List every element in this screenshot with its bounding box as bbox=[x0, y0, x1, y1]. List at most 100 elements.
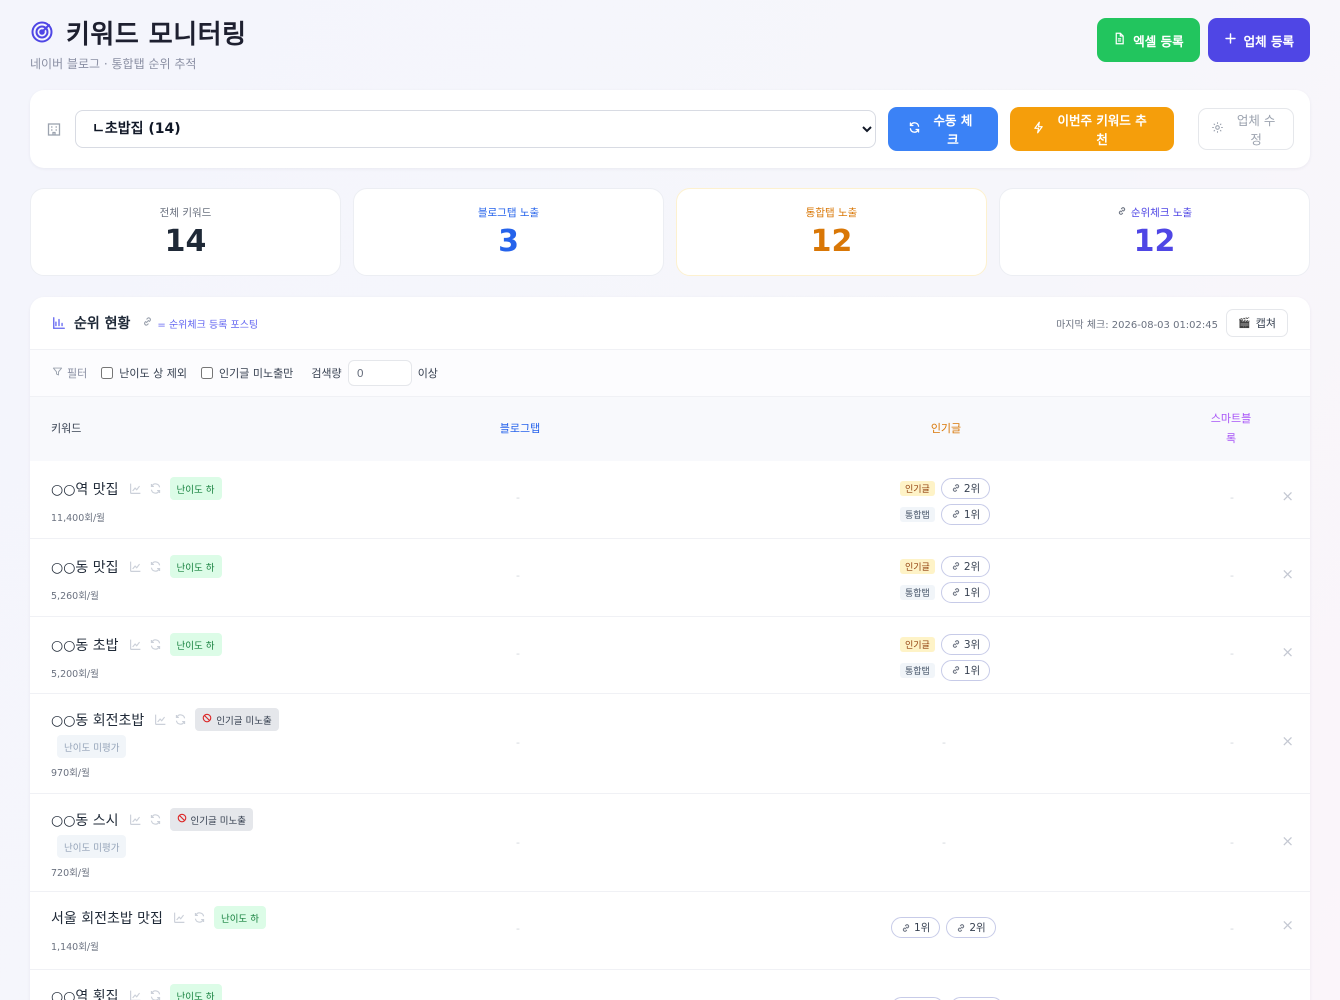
link-icon bbox=[952, 588, 959, 596]
header-smart-block: 스마트블록 bbox=[1210, 412, 1252, 445]
header-blog-tab: 블로그탭 bbox=[499, 422, 541, 435]
popular-missing-badge: 인기글 미노출 bbox=[195, 708, 279, 731]
rank-pill[interactable]: 1위 bbox=[940, 659, 991, 681]
rank-pill[interactable]: 1위 bbox=[940, 503, 991, 525]
blog-tab-rank: - bbox=[516, 569, 520, 582]
popular-missing-input[interactable] bbox=[200, 367, 213, 379]
link-icon bbox=[952, 510, 959, 518]
trend-chart-icon[interactable] bbox=[129, 989, 142, 1000]
popular-tag: 인기글 bbox=[900, 480, 935, 496]
exclude-hard-input[interactable] bbox=[101, 367, 114, 379]
integrated-tag: 통합탭 bbox=[900, 662, 935, 678]
remove-keyword-button[interactable]: × bbox=[1281, 565, 1294, 583]
page-header: 키워드 모니터링 네이버 블로그 · 통합탭 순위 추적 엑셀 등록 업체 등록 bbox=[30, 14, 1310, 71]
smart-block-rank: - bbox=[1230, 491, 1234, 504]
link-icon bbox=[952, 666, 959, 674]
keyword-name: ○○역 횟집 bbox=[51, 988, 119, 1000]
rank-pill[interactable]: 3위 bbox=[940, 633, 991, 655]
rank-pill[interactable]: 1위 bbox=[891, 917, 941, 938]
table-row: 서울 회전초밥 맛집 난이도 하 1,140회/월 - 1위 2위 - × bbox=[30, 892, 1310, 970]
gear-icon bbox=[1211, 121, 1224, 137]
trend-chart-icon[interactable] bbox=[154, 713, 167, 726]
excel-register-button[interactable]: 엑셀 등록 bbox=[1097, 18, 1200, 62]
header-keyword: 키워드 bbox=[51, 422, 82, 435]
capture-button[interactable]: 🎬 캡쳐 bbox=[1226, 309, 1288, 337]
difficulty-badge: 난이도 하 bbox=[169, 633, 222, 656]
keyword-name: ○○동 스시 bbox=[51, 812, 119, 829]
refresh-icon[interactable] bbox=[149, 638, 162, 651]
refresh-icon[interactable] bbox=[174, 713, 187, 726]
smart-block-rank: - bbox=[1230, 736, 1234, 749]
lightning-icon bbox=[1032, 121, 1045, 137]
legend-note: = 순위체크 등록 포스팅 bbox=[142, 316, 258, 331]
stat-rank-check: 순위체크 노출 12 bbox=[999, 188, 1310, 276]
integrated-tag: 통합탭 bbox=[900, 506, 935, 522]
blog-tab-rank: - bbox=[516, 836, 520, 849]
header-popular: 인기글 bbox=[930, 422, 962, 435]
refresh-icon[interactable] bbox=[149, 482, 162, 495]
difficulty-badge: 난이도 하 bbox=[169, 477, 222, 500]
rank-pill[interactable]: 1위 bbox=[940, 581, 991, 603]
refresh-icon[interactable] bbox=[149, 813, 162, 826]
forbidden-icon bbox=[202, 713, 212, 726]
difficulty-badge: 난이도 하 bbox=[213, 906, 266, 929]
keyword-name: ○○동 맛집 bbox=[51, 559, 119, 576]
table-header: 키워드 블로그탭 인기글 스마트블록 bbox=[30, 397, 1310, 461]
blog-tab-rank: - bbox=[516, 491, 520, 504]
blog-tab-rank: - bbox=[516, 647, 520, 660]
page-title: 키워드 모니터링 bbox=[66, 20, 247, 50]
refresh-icon[interactable] bbox=[149, 560, 162, 573]
edit-store-button[interactable]: 업체 수정 bbox=[1198, 108, 1294, 150]
search-volume: 5,260회/월 bbox=[51, 591, 99, 602]
table-row: ○○동 스시 인기글 미노출 난이도 미평가 720회/월 - - - × bbox=[30, 794, 1310, 892]
smart-block-rank: - bbox=[1230, 836, 1234, 849]
building-icon bbox=[46, 121, 63, 138]
remove-keyword-button[interactable]: × bbox=[1281, 487, 1294, 505]
refresh-icon[interactable] bbox=[193, 911, 206, 924]
trend-chart-icon[interactable] bbox=[173, 911, 186, 924]
rank-status-card: 순위 현황 = 순위체크 등록 포스팅 마지막 체크: 2026-08-03 0… bbox=[30, 297, 1310, 1000]
plus-icon bbox=[1224, 32, 1237, 48]
rank-pill[interactable]: 2위 bbox=[940, 555, 991, 577]
trend-chart-icon[interactable] bbox=[129, 560, 142, 573]
remove-keyword-button[interactable]: × bbox=[1281, 916, 1294, 934]
difficulty-unrated-badge: 난이도 미평가 bbox=[57, 735, 127, 758]
exclude-hard-checkbox[interactable]: 난이도 상 제외 bbox=[101, 365, 187, 381]
search-volume-input[interactable] bbox=[347, 360, 412, 386]
trend-chart-icon[interactable] bbox=[129, 813, 142, 826]
popular-rank: - bbox=[942, 836, 946, 849]
add-store-button[interactable]: 업체 등록 bbox=[1207, 18, 1310, 62]
stat-blog-tab: 블로그탭 노출 3 bbox=[353, 188, 664, 276]
weekly-keyword-recommend-button[interactable]: 이번주 키워드 추천 bbox=[1010, 107, 1175, 151]
remove-keyword-button[interactable]: × bbox=[1281, 732, 1294, 750]
difficulty-unrated-badge: 난이도 미평가 bbox=[57, 835, 127, 858]
table-row: ○○동 초밥 난이도 하 5,200회/월 - 인기글 3위 통합탭 1위 - … bbox=[30, 617, 1310, 694]
keyword-name: ○○역 맛집 bbox=[51, 481, 119, 498]
trend-chart-icon[interactable] bbox=[129, 638, 142, 651]
link-icon bbox=[902, 923, 910, 932]
difficulty-badge: 난이도 하 bbox=[169, 555, 222, 578]
popular-missing-only-checkbox[interactable]: 인기글 미노출만 bbox=[200, 365, 293, 381]
trend-chart-icon[interactable] bbox=[129, 482, 142, 495]
table-row: ○○동 맛집 난이도 하 5,260회/월 - 인기글 2위 통합탭 1위 - … bbox=[30, 539, 1310, 617]
search-volume: 5,200회/월 bbox=[51, 669, 99, 680]
stats-row: 전체 키워드 14 블로그탭 노출 3 통합탭 노출 12 순위체크 노출 12 bbox=[30, 188, 1310, 276]
remove-keyword-button[interactable]: × bbox=[1281, 643, 1294, 661]
link-icon bbox=[952, 640, 959, 648]
rank-pill[interactable]: 2위 bbox=[946, 917, 996, 938]
search-volume: 11,400회/월 bbox=[51, 513, 105, 524]
remove-keyword-button[interactable]: × bbox=[1281, 832, 1294, 850]
file-icon bbox=[1113, 32, 1126, 48]
section-title: 순위 현황 bbox=[74, 316, 131, 332]
link-icon bbox=[952, 562, 959, 570]
manual-check-button[interactable]: 수동 체크 bbox=[887, 107, 999, 151]
refresh-icon[interactable] bbox=[149, 989, 162, 1000]
bar-chart-icon bbox=[52, 316, 66, 330]
store-toolbar: ㄴ초밥집 (14) 수동 체크 이번주 키워드 추천 업체 수정 bbox=[30, 90, 1310, 168]
link-icon bbox=[958, 923, 965, 932]
forbidden-icon bbox=[177, 813, 187, 826]
rank-pill[interactable]: 2위 bbox=[940, 477, 991, 499]
popular-rank: - bbox=[942, 736, 946, 749]
store-select[interactable]: ㄴ초밥집 (14) bbox=[74, 110, 876, 148]
filter-row: 필터 난이도 상 제외 인기글 미노출만 검색량 이상 bbox=[30, 350, 1310, 397]
